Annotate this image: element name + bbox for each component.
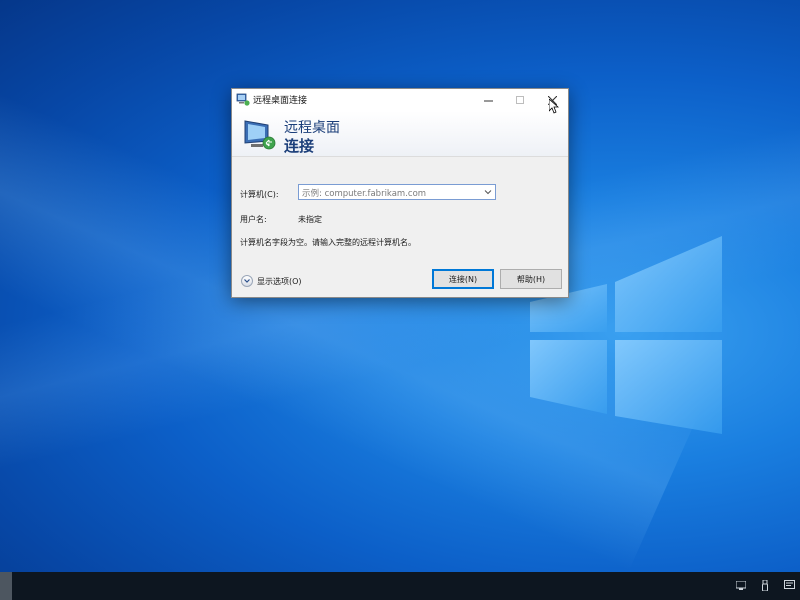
minimize-button[interactable] xyxy=(472,89,504,111)
remote-desktop-dialog: 远程桌面连接 远程桌面 连接 计算机(C): 示例: computer.fabr… xyxy=(231,88,569,298)
banner-title-line2: 连接 xyxy=(284,137,315,155)
network-icon[interactable] xyxy=(734,578,748,592)
usb-icon[interactable] xyxy=(758,578,772,592)
system-tray xyxy=(734,578,796,592)
computer-input-placeholder[interactable]: 示例: computer.fabrikam.com xyxy=(302,187,426,199)
maximize-icon xyxy=(516,96,524,104)
notification-icon[interactable] xyxy=(782,578,796,592)
username-value: 未指定 xyxy=(298,215,322,224)
computer-combobox[interactable]: 示例: computer.fabrikam.com xyxy=(298,184,496,200)
title-bar[interactable]: 远程桌面连接 xyxy=(232,89,568,111)
start-button[interactable] xyxy=(0,572,12,600)
username-label: 用户名: xyxy=(240,215,267,224)
help-button[interactable]: 帮助(H) xyxy=(500,269,562,289)
show-options-toggle[interactable]: 显示选项(O) xyxy=(241,275,302,287)
dialog-banner: 远程桌面 连接 xyxy=(232,111,568,157)
maximize-button[interactable] xyxy=(504,89,536,111)
computer-label: 计算机(C): xyxy=(240,190,279,199)
hint-text: 计算机名字段为空。请输入完整的远程计算机名。 xyxy=(240,238,416,247)
banner-title-line1: 远程桌面 xyxy=(284,120,340,136)
chevron-down-icon[interactable] xyxy=(483,187,493,197)
mouse-cursor xyxy=(549,99,559,114)
minimize-icon xyxy=(483,100,493,101)
taskbar xyxy=(0,572,800,600)
remote-desktop-icon xyxy=(236,93,250,106)
window-title: 远程桌面连接 xyxy=(253,96,308,106)
show-options-label[interactable]: 显示选项(O) xyxy=(257,276,302,287)
connect-button[interactable]: 连接(N) xyxy=(432,269,494,289)
remote-desktop-icon xyxy=(244,120,276,150)
chevron-down-circle-icon[interactable] xyxy=(241,275,253,287)
